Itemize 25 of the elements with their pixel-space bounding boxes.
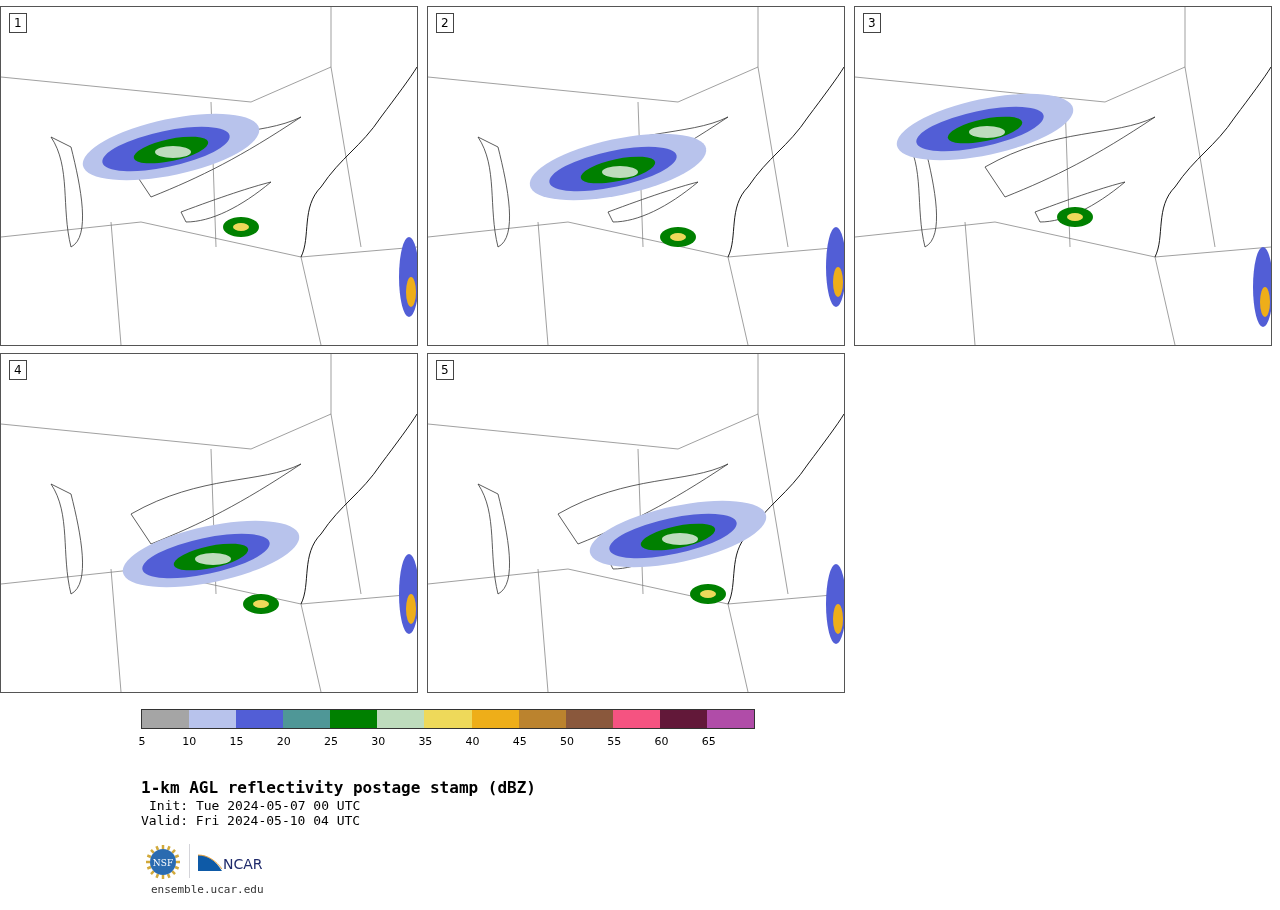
tick-label: 45	[512, 734, 527, 750]
tick-label: 50	[560, 734, 575, 750]
panel-number: 2	[436, 13, 454, 33]
tick-label: 10	[182, 734, 197, 750]
panel-number: 1	[9, 13, 27, 33]
tick-label: 35	[418, 734, 433, 750]
tick-label: 55	[607, 734, 622, 750]
chart-title: 1-km AGL reflectivity postage stamp (dBZ)	[141, 778, 537, 798]
init-time: Init: Tue 2024-05-07 00 UTC	[148, 798, 362, 813]
tick-label: 30	[371, 734, 386, 750]
panel-number: 3	[863, 13, 881, 33]
panel-number: 4	[9, 360, 27, 380]
tick-label: 20	[276, 734, 291, 750]
tick-label: 15	[229, 734, 244, 750]
tick-label: 5	[138, 734, 146, 750]
tick-label: 25	[323, 734, 338, 750]
tick-label: 60	[654, 734, 669, 750]
site-address: ensemble.ucar.edu	[151, 882, 265, 898]
tick-label: 40	[465, 734, 480, 750]
tick-label: 65	[701, 734, 716, 750]
logo-text: NCAR	[223, 857, 263, 871]
valid-time: Valid: Fri 2024-05-10 04 UTC	[141, 813, 362, 828]
wave-icon	[198, 853, 222, 871]
panel-number: 5	[436, 360, 454, 380]
logo-text: NSF	[152, 858, 174, 868]
